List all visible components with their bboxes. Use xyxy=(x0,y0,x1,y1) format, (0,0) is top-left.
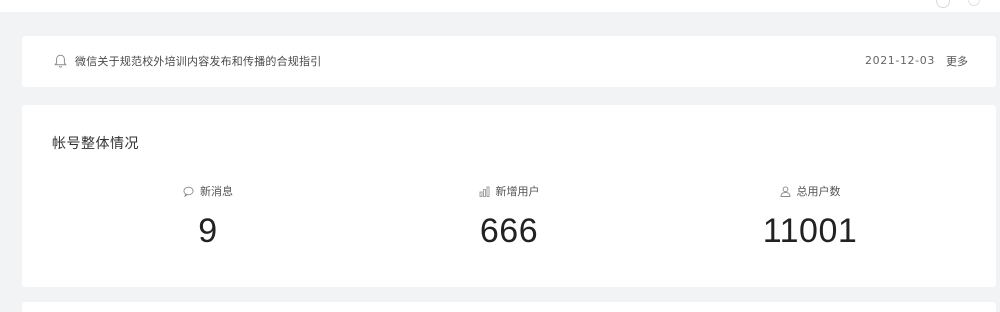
stat-value: 11001 xyxy=(762,212,858,250)
stat-new-users[interactable]: 新增用户 666 xyxy=(389,183,629,251)
message-icon xyxy=(183,186,194,197)
notice-date: 2021-12-03 xyxy=(865,54,935,67)
stat-label: 新增用户 xyxy=(495,185,540,198)
stat-new-messages[interactable]: 新消息 9 xyxy=(88,183,328,251)
section-title: 帐号整体情况 xyxy=(52,136,139,152)
notice-link[interactable]: 微信关于规范校外培训内容发布和传播的合规指引 xyxy=(75,53,321,69)
more-link[interactable]: 更多 xyxy=(946,53,968,69)
next-card-edge xyxy=(22,302,996,312)
account-overview-card: 帐号整体情况 新消息 9 新增用户 666 总用户数 11001 xyxy=(22,105,996,287)
stat-value: 666 xyxy=(479,212,539,250)
top-bar xyxy=(0,0,1000,12)
bar-chart-icon xyxy=(479,186,489,197)
stat-total-users[interactable]: 总用户数 11001 xyxy=(690,183,930,251)
stat-value: 9 xyxy=(198,212,218,250)
stat-label: 新消息 xyxy=(200,185,233,198)
user-icon xyxy=(780,185,790,197)
notice-bar: 微信关于规范校外培训内容发布和传播的合规指引 2021-12-03 更多 xyxy=(22,36,996,87)
bell-icon xyxy=(54,54,67,68)
stat-label: 总用户数 xyxy=(796,185,841,198)
